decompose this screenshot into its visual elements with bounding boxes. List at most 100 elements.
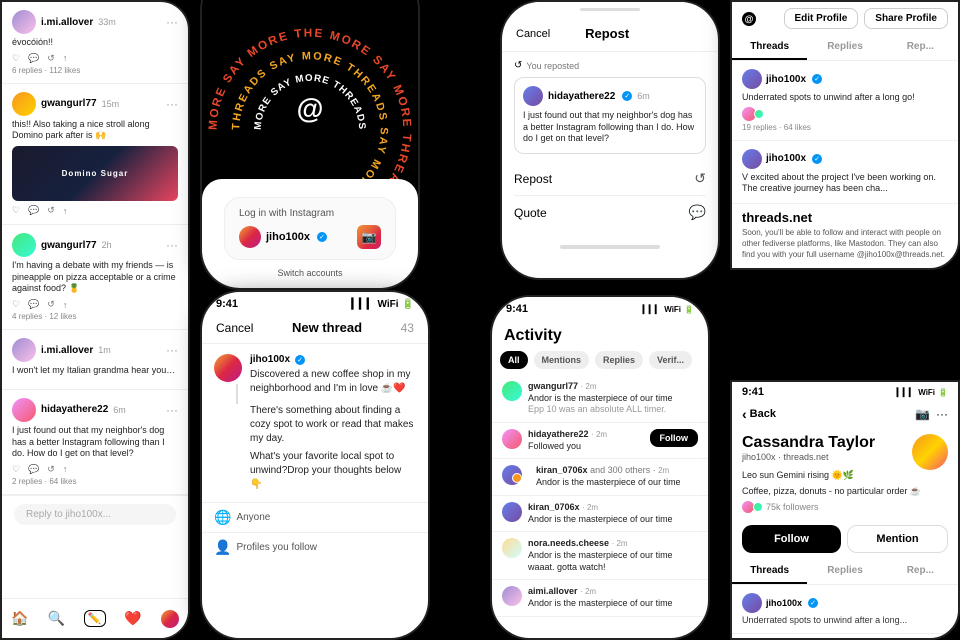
- status-bar: 9:41 ▎▎▎ WiFi 🔋: [492, 297, 708, 317]
- activity-avatar: [502, 381, 522, 401]
- quoted-username: hidayathere22: [548, 91, 615, 102]
- more-icon[interactable]: ···: [166, 343, 178, 357]
- post-stats: 6 replies · 112 likes: [12, 66, 178, 75]
- status-bar: 9:41 ▎▎▎ WiFi 🔋: [732, 382, 958, 402]
- char-count: 43: [401, 321, 414, 335]
- post-stats: 2 replies · 64 likes: [12, 477, 178, 486]
- activity-item-6: aimi.allover · 2m Andor is the masterpie…: [492, 580, 708, 616]
- switch-accounts-link[interactable]: Switch accounts: [212, 268, 408, 278]
- profile-tabs: Threads Replies Rep...: [732, 559, 958, 585]
- repost-content: ↺ You reposted hidayathere22 ✓ 6m I just…: [502, 52, 718, 237]
- audience-row-2[interactable]: 👤 Profiles you follow: [202, 532, 428, 562]
- quoted-text: I just found out that my neighbor's dog …: [523, 110, 697, 145]
- bio-line-1: Leo sun Gemini rising 🌞🌿: [742, 470, 948, 482]
- profile-post-2: jiho100x ✓ V excited about the project I…: [732, 141, 958, 204]
- follow-button[interactable]: Follow: [742, 525, 841, 553]
- post-avatar: [742, 149, 762, 169]
- more-icon[interactable]: ···: [166, 97, 178, 111]
- tab-all[interactable]: All: [500, 351, 528, 369]
- more-icon[interactable]: ···: [936, 407, 948, 421]
- heart-icon[interactable]: ♡: [12, 299, 20, 310]
- heart-icon[interactable]: ♡: [12, 53, 20, 64]
- cancel-button[interactable]: Cancel: [216, 321, 253, 335]
- verified-icon: ✓: [812, 154, 822, 164]
- heart-icon[interactable]: ♡: [12, 205, 20, 216]
- compose-text-1[interactable]: Discovered a new coffee shop in my neigh…: [250, 368, 416, 396]
- share-icon[interactable]: ↑: [63, 53, 68, 63]
- username: i.mi.allover: [41, 345, 93, 356]
- repost-icon[interactable]: ↺: [47, 53, 55, 64]
- comment-icon[interactable]: 💬: [28, 53, 39, 64]
- comment-icon[interactable]: 💬: [28, 299, 39, 310]
- home-icon[interactable]: 🏠: [11, 610, 28, 627]
- tab-replies[interactable]: Replies: [807, 559, 882, 584]
- audience-row-1[interactable]: 🌐 Anyone: [202, 502, 428, 532]
- activity-avatar: [502, 429, 522, 449]
- tab-rep[interactable]: Rep...: [883, 35, 958, 60]
- cancel-button[interactable]: Cancel: [516, 28, 550, 40]
- post-username: jiho100x: [766, 74, 806, 85]
- activity-icon[interactable]: ❤️: [124, 610, 141, 627]
- login-title: Log in with Instagram: [239, 208, 381, 219]
- tab-replies[interactable]: Replies: [807, 35, 882, 60]
- verified-icon: ✓: [295, 355, 305, 365]
- reposted-label: You reposted: [526, 61, 579, 71]
- more-icon[interactable]: ···: [166, 15, 178, 29]
- share-icon[interactable]: ↑: [63, 206, 68, 216]
- verified-icon: ✓: [622, 91, 632, 101]
- instagram-icon[interactable]: 📷: [357, 225, 381, 249]
- tab-threads[interactable]: Threads: [732, 35, 807, 60]
- edit-profile-button[interactable]: Edit Profile: [784, 8, 859, 29]
- activity-title: Activity: [492, 317, 708, 351]
- status-icons: ▎▎▎ WiFi 🔋: [897, 388, 948, 397]
- reply-input[interactable]: Reply to jiho100x...: [14, 504, 176, 525]
- verified-icon: ✓: [317, 232, 327, 242]
- mention-button[interactable]: Mention: [847, 525, 948, 553]
- profile-handle: jiho100x · threads.net: [742, 452, 875, 462]
- post-text: V excited about the project I've been wo…: [742, 172, 948, 195]
- post-text: I won't let my Italian grandma hear you…: [12, 365, 178, 377]
- tab-threads[interactable]: Threads: [732, 559, 807, 584]
- repost-icon[interactable]: ↺: [47, 299, 55, 310]
- post-stats: 19 replies · 64 likes: [742, 123, 948, 132]
- battery-icon: 🔋: [938, 388, 948, 397]
- tab-replies[interactable]: Replies: [595, 351, 643, 369]
- activity-text: hidayathere22 · 2m Followed you: [528, 429, 644, 452]
- follow-button[interactable]: Follow: [650, 429, 699, 447]
- compose-avatar: [214, 354, 242, 382]
- quoted-post: hidayathere22 ✓ 6m I just found out that…: [514, 77, 706, 154]
- time: 9:41: [506, 303, 528, 315]
- tab-verified[interactable]: Verif...: [649, 351, 692, 369]
- verified-icon: ✓: [808, 598, 818, 608]
- compose-text-3[interactable]: What's your favorite local spot to unwin…: [250, 450, 416, 492]
- quote-option[interactable]: Quote 💬: [514, 196, 706, 229]
- feed-post-3: gwangurl77 2h ··· I'm having a debate wi…: [2, 225, 188, 330]
- phone-feed: i.mi.allover 33m ··· évocóión!! ♡ 💬 ↺ ↑ …: [0, 0, 190, 640]
- search-icon[interactable]: 🔍: [48, 610, 65, 627]
- compose-text-2[interactable]: There's something about finding a cozy s…: [250, 404, 416, 446]
- instagram-link-icon[interactable]: 📷: [915, 407, 930, 421]
- activity-item-2: hidayathere22 · 2m Followed you Follow: [492, 423, 708, 459]
- more-icon[interactable]: ···: [166, 403, 178, 417]
- repost-icon[interactable]: ↺: [47, 464, 55, 475]
- share-icon[interactable]: ↑: [63, 300, 68, 310]
- heart-icon[interactable]: ♡: [12, 464, 20, 475]
- back-button[interactable]: ‹ Back: [742, 406, 776, 422]
- battery-icon: 🔋: [684, 305, 694, 314]
- verified-icon: ✓: [812, 74, 822, 84]
- share-icon[interactable]: ↑: [63, 464, 68, 474]
- comment-icon[interactable]: 💬: [28, 464, 39, 475]
- repost-icon[interactable]: ↺: [47, 205, 55, 216]
- tab-mentions[interactable]: Mentions: [534, 351, 590, 369]
- repost-option[interactable]: Repost ↺: [514, 162, 706, 196]
- status-bar: 9:41 ▎▎▎ WiFi 🔋: [202, 292, 428, 312]
- compose-icon[interactable]: ✏️: [84, 610, 106, 627]
- profile-avatar[interactable]: [161, 610, 179, 628]
- compose-area: jiho100x ✓ Discovered a new coffee shop …: [202, 344, 428, 502]
- threads-net-desc: Soon, you'll be able to follow and inter…: [742, 227, 948, 261]
- share-profile-button[interactable]: Share Profile: [864, 8, 948, 29]
- tab-rep[interactable]: Rep...: [883, 559, 958, 584]
- comment-icon[interactable]: 💬: [28, 205, 39, 216]
- more-icon[interactable]: ···: [166, 238, 178, 252]
- you-reposted-badge: ↺ You reposted: [514, 60, 706, 71]
